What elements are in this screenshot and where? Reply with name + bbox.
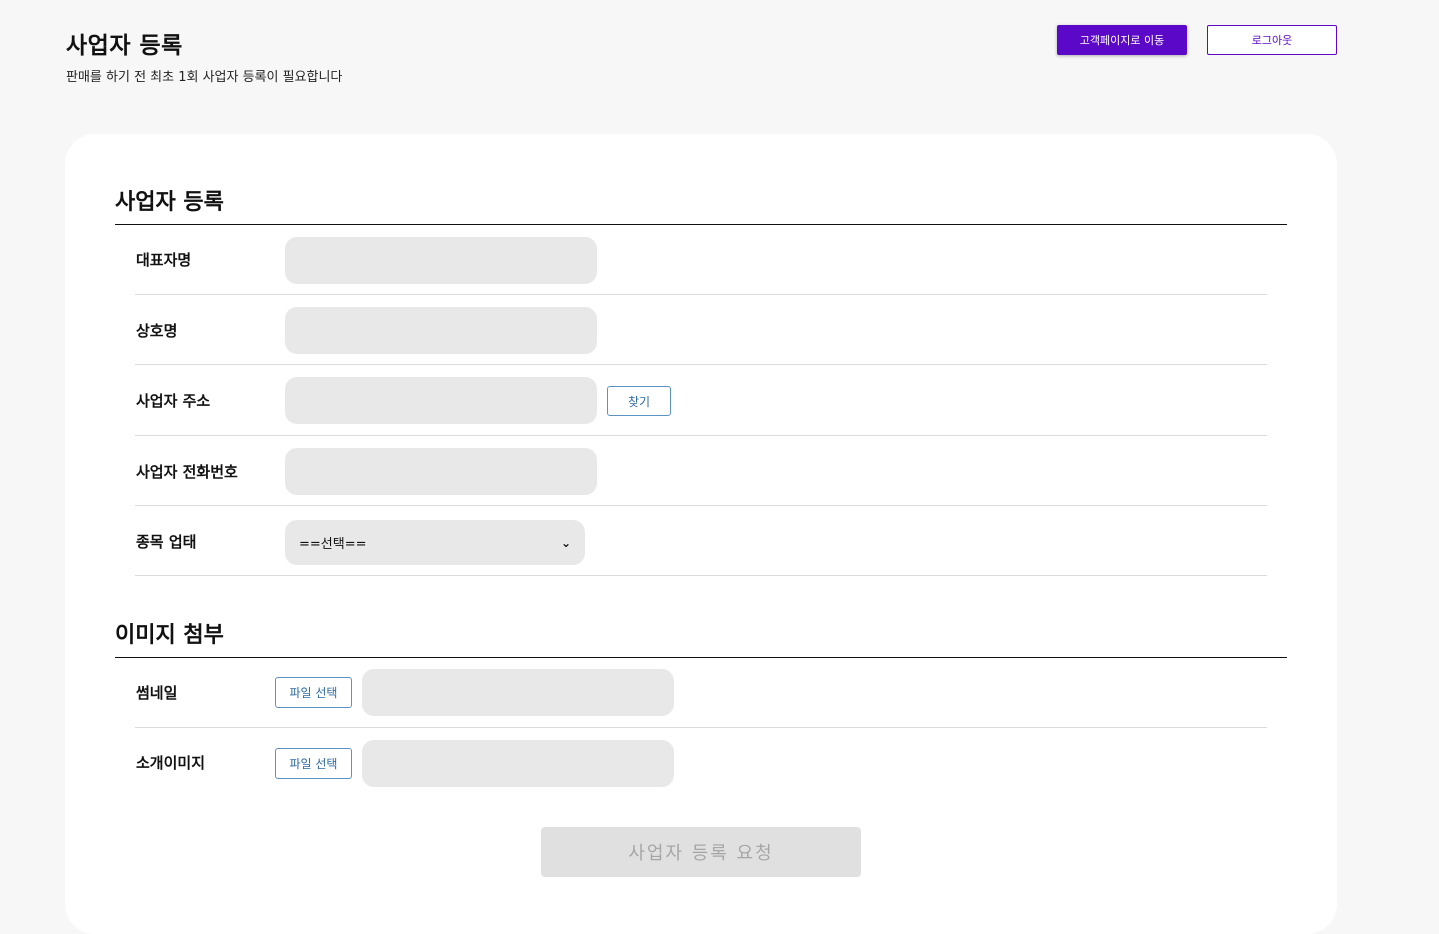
form-row-representative: 대표자명: [135, 225, 1267, 295]
find-address-button[interactable]: 찾기: [607, 386, 671, 416]
representative-label: 대표자명: [136, 251, 192, 269]
intro-image-label: 소개이미지: [136, 754, 206, 772]
business-type-label: 종목 업태: [136, 533, 197, 551]
page-subtitle: 판매를 하기 전 최초 1회 사업자 등록이 필요합니다: [66, 70, 343, 85]
logout-button[interactable]: 로그아웃: [1207, 25, 1337, 55]
intro-image-file-display: [362, 740, 674, 787]
page-title: 사업자 등록: [66, 33, 183, 59]
business-type-select[interactable]: ==선택== ⌄: [285, 520, 585, 565]
thumbnail-label: 썸네일: [136, 684, 178, 702]
intro-image-file-button[interactable]: 파일 선택: [275, 748, 352, 779]
address-label: 사업자 주소: [136, 392, 211, 410]
phone-input[interactable]: [285, 448, 597, 495]
form-row-address: 사업자 주소 찾기: [135, 365, 1267, 436]
form-row-business-type: 종목 업태 ==선택== ⌄: [135, 506, 1267, 576]
form-row-company-name: 상호명: [135, 295, 1267, 365]
phone-label: 사업자 전화번호: [136, 463, 238, 481]
business-section-title: 사업자 등록: [115, 190, 224, 215]
form-row-intro-image: 소개이미지 파일 선택: [135, 728, 1267, 798]
company-name-input[interactable]: [285, 307, 597, 354]
representative-name-input[interactable]: [285, 237, 597, 284]
thumbnail-file-display: [362, 669, 674, 716]
page-header: 사업자 등록 판매를 하기 전 최초 1회 사업자 등록이 필요합니다: [66, 26, 342, 85]
company-name-label: 상호명: [136, 322, 178, 340]
thumbnail-file-button[interactable]: 파일 선택: [275, 677, 352, 708]
business-type-selected-value: ==선택==: [299, 537, 367, 552]
chevron-down-icon: ⌄: [560, 535, 571, 550]
submit-registration-button[interactable]: 사업자 등록 요청: [541, 827, 861, 877]
registration-card: 사업자 등록 대표자명 상호명 사업자 주소 찾기 사업자 전화번호 종목 업태…: [65, 134, 1337, 934]
go-to-customer-page-button[interactable]: 고객페이지로 이동: [1057, 25, 1187, 55]
address-input[interactable]: [285, 377, 597, 424]
form-row-phone: 사업자 전화번호: [135, 436, 1267, 506]
form-row-thumbnail: 썸네일 파일 선택: [135, 658, 1267, 728]
image-section-title: 이미지 첨부: [115, 623, 224, 648]
